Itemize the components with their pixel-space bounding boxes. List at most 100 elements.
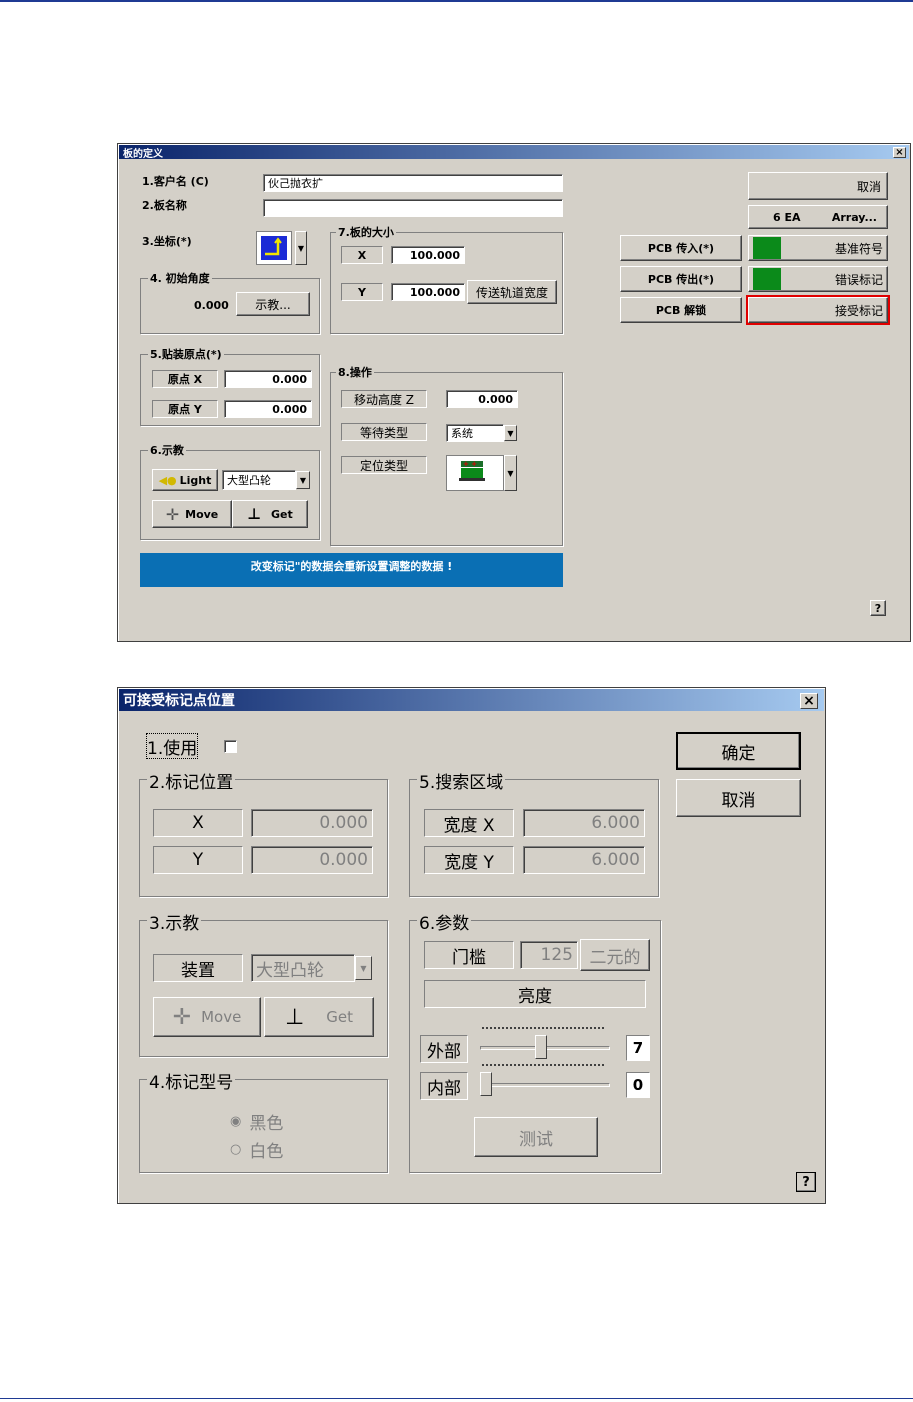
teach-group-title: 6.示教 — [148, 442, 186, 458]
width-y-input[interactable]: 6.000 — [523, 846, 645, 874]
slider-thumb[interactable] — [535, 1035, 548, 1059]
pcb-out-button[interactable]: PCB 传出(*) — [620, 266, 742, 292]
size-x-input[interactable]: 100.000 — [391, 246, 465, 264]
placement-origin-title: 5.贴装原点(*) — [148, 346, 224, 362]
threshold-input[interactable]: 125 — [520, 941, 578, 969]
teach-button[interactable]: 示教... — [236, 292, 310, 316]
move-button-label: Move — [201, 1008, 242, 1026]
move-cross-icon: ✛ — [165, 504, 180, 524]
accept-mark-button[interactable]: 接受标记 — [746, 295, 890, 325]
ok-button[interactable]: 确定 — [676, 732, 801, 770]
parameter-title: 6.参数 — [417, 909, 472, 934]
chevron-down-icon[interactable]: ▼ — [355, 956, 372, 980]
fiducial-status-indicator — [753, 237, 781, 259]
test-button[interactable]: 测试 — [474, 1117, 598, 1157]
width-x-label: 宽度 X — [424, 809, 514, 837]
accept-mark-dialog: 可接受标记点位置 × 1.使用 确定 取消 2.标记位置 X 0.000 Y 0… — [117, 687, 826, 1204]
radio-selected-icon: ◉ — [230, 1113, 242, 1129]
use-label: 1.使用 — [145, 733, 199, 759]
move-button-label: Move — [185, 507, 219, 521]
help-button[interactable]: ? — [870, 600, 886, 616]
coordinate-label: 3.坐标(*) — [142, 235, 192, 248]
radio-black-label: 黑色 — [249, 1113, 284, 1134]
inner-value: 0 — [626, 1072, 650, 1098]
origin-y-input[interactable]: 0.000 — [224, 400, 312, 418]
use-checkbox[interactable] — [224, 740, 237, 753]
initial-angle-title: 4. 初始角度 — [148, 270, 212, 286]
position-type-select[interactable]: + + ▼ — [446, 455, 518, 491]
threshold-label: 门槛 — [424, 941, 514, 969]
pcb-unlock-button[interactable]: PCB 解锁 — [620, 297, 742, 323]
teach-group-title: 3.示教 — [147, 909, 202, 934]
width-y-label: 宽度 Y — [424, 846, 514, 874]
bad-mark-button-label: 错误标记 — [834, 272, 883, 287]
search-area-group — [409, 779, 659, 897]
chevron-down-icon[interactable]: ▼ — [504, 425, 517, 441]
dialog-title-bar: 可接受标记点位置 — [119, 689, 824, 711]
outer-label: 外部 — [420, 1035, 468, 1063]
radio-black[interactable]: ◉ 黑色 — [230, 1110, 284, 1134]
fiducial-button-label: 基准符号 — [834, 241, 883, 256]
bad-mark-button[interactable]: 错误标记 — [748, 266, 888, 292]
operation-title: 8.操作 — [336, 364, 374, 380]
chevron-down-icon[interactable]: ▼ — [504, 455, 517, 491]
brightness-label: 亮度 — [424, 980, 646, 1008]
array-count: 6 EA — [773, 210, 801, 224]
get-button[interactable]: ⊥ Get — [232, 500, 308, 528]
radio-white[interactable]: ○ 白色 — [230, 1138, 283, 1162]
move-height-input[interactable]: 0.000 — [446, 390, 518, 408]
device-select[interactable]: 大型凸轮 — [251, 954, 355, 982]
width-x-input[interactable]: 6.000 — [523, 809, 645, 837]
close-icon[interactable]: × — [893, 147, 906, 158]
outer-slider[interactable] — [476, 1025, 614, 1061]
dialog-title: 板的定义 — [123, 148, 163, 160]
move-height-label: 移动高度 Z — [341, 390, 427, 408]
device-label: 装置 — [153, 954, 243, 982]
get-button-label: Get — [326, 1008, 353, 1026]
mark-position-title: 2.标记位置 — [147, 768, 236, 793]
get-button[interactable]: ⊥ Get — [264, 997, 374, 1037]
mark-x-label: X — [153, 809, 243, 837]
origin-y-label: 原点 Y — [152, 400, 218, 418]
origin-x-input[interactable]: 0.000 — [224, 370, 312, 388]
board-name-input[interactable] — [263, 199, 563, 217]
cancel-button[interactable]: 取消 — [748, 172, 888, 200]
status-message-bar: 改变标记"的数据会重新设置调整的数据 ! — [140, 553, 563, 587]
move-button[interactable]: ✛ Move — [153, 997, 261, 1037]
array-button[interactable]: 6 EA Array... — [748, 205, 888, 229]
bad-mark-status-indicator — [753, 268, 781, 290]
chevron-down-icon[interactable]: ▼ — [296, 471, 310, 489]
mark-position-group — [139, 779, 388, 897]
wait-type-select[interactable]: 系统 — [446, 424, 504, 442]
light-bulb-icon: ◀● — [158, 473, 177, 487]
pcb-in-button[interactable]: PCB 传入(*) — [620, 235, 742, 261]
position-fixture-icon: + + — [446, 455, 504, 491]
position-type-label: 定位类型 — [341, 456, 427, 474]
mark-type-title: 4.标记型号 — [147, 1068, 236, 1093]
outer-value: 7 — [626, 1035, 650, 1061]
light-button[interactable]: ◀● Light — [152, 469, 218, 491]
mark-x-input[interactable]: 0.000 — [251, 809, 373, 837]
dialog-title: 可接受标记点位置 — [123, 693, 235, 709]
fiducial-button[interactable]: 基准符号 — [748, 235, 888, 261]
customer-input[interactable]: 伙己抛衣扩 — [263, 174, 563, 192]
conveyor-width-button[interactable]: 传送轨道宽度 — [467, 280, 557, 304]
light-button-label: Light — [179, 473, 212, 487]
page-bottom-rule — [0, 1398, 913, 1399]
size-y-input[interactable]: 100.000 — [391, 283, 465, 301]
inner-slider[interactable] — [476, 1062, 614, 1098]
chevron-down-icon[interactable]: ▼ — [295, 231, 307, 265]
cancel-button[interactable]: 取消 — [676, 779, 801, 817]
page-top-rule — [0, 0, 913, 2]
coordinate-select[interactable]: ▼ — [253, 227, 309, 271]
help-button[interactable]: ? — [796, 1172, 816, 1192]
binary-button[interactable]: 二元的 — [580, 939, 650, 971]
close-icon[interactable]: × — [800, 693, 818, 709]
search-area-title: 5.搜索区域 — [417, 768, 506, 793]
camera-select[interactable]: 大型凸轮 — [222, 470, 296, 490]
slider-thumb[interactable] — [480, 1072, 492, 1096]
initial-angle-value: 0.000 — [194, 298, 229, 312]
move-button[interactable]: ✛ Move — [152, 500, 232, 528]
mark-y-input[interactable]: 0.000 — [251, 846, 373, 874]
slider-ticks — [482, 1027, 604, 1033]
